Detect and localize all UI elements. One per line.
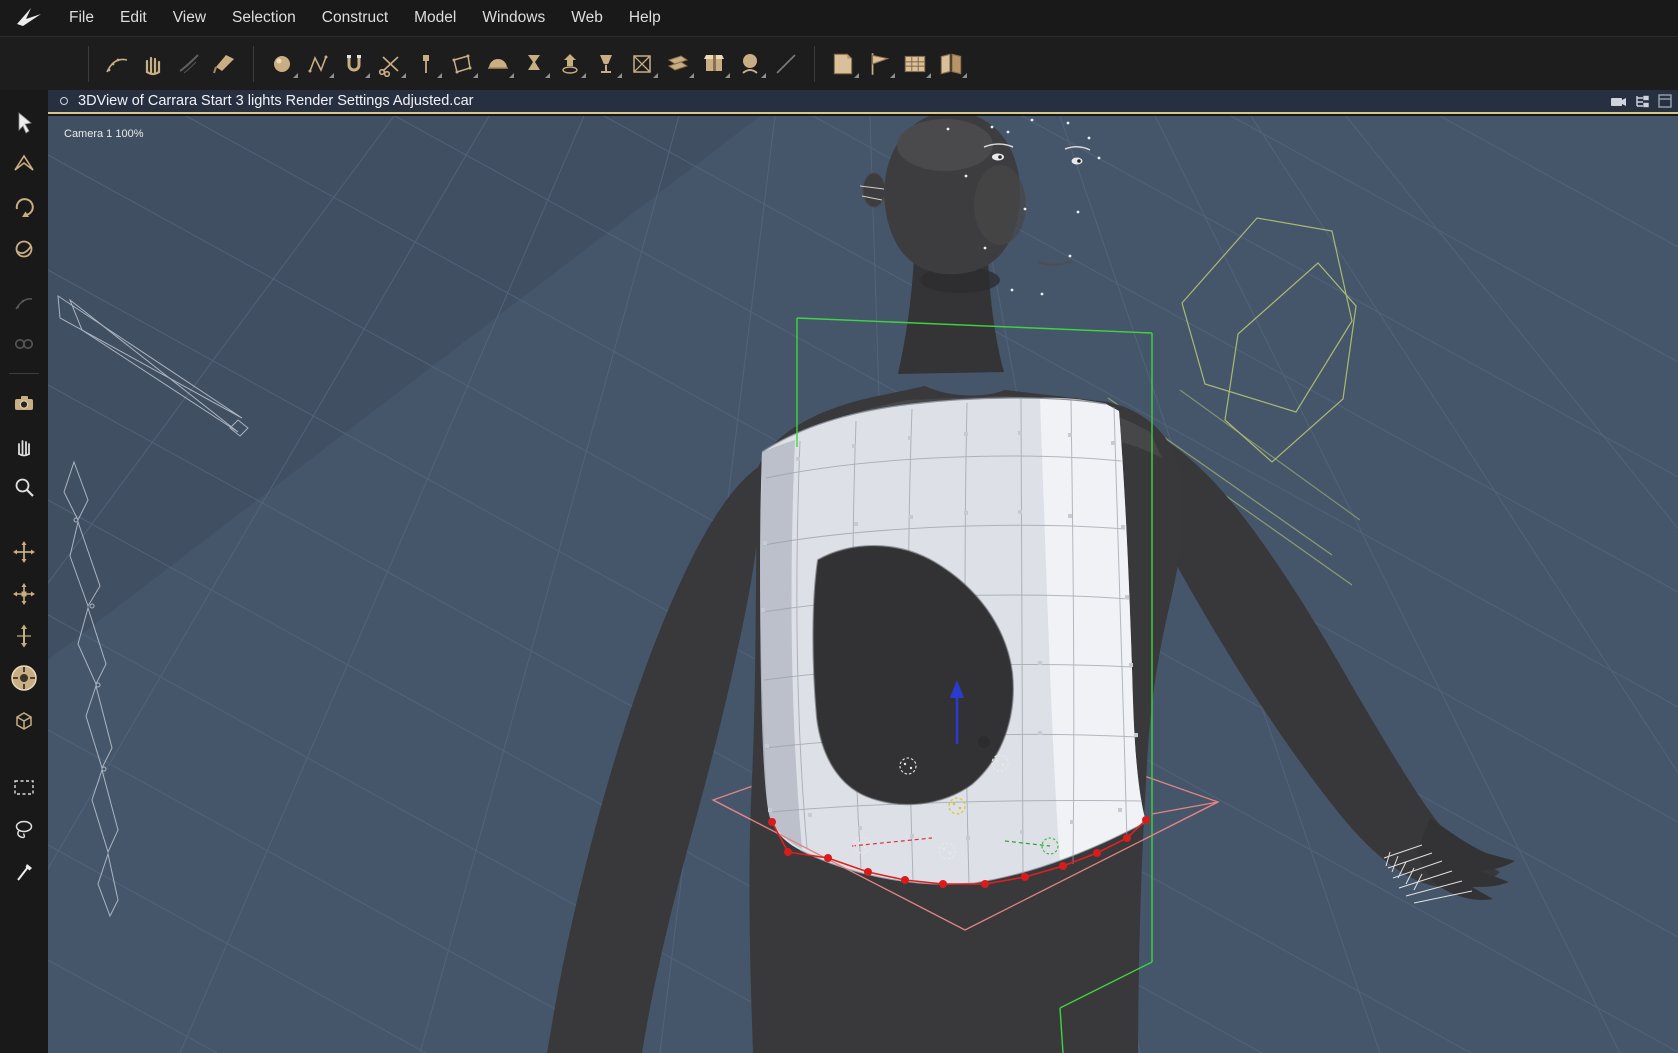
- menu-model[interactable]: Model: [401, 9, 469, 27]
- sphere-stand-tool[interactable]: [734, 48, 766, 80]
- viewport-3d[interactable]: Camera 1 100%: [48, 116, 1678, 1053]
- lathe-tool[interactable]: [518, 48, 550, 80]
- wire-spray-tool[interactable]: [101, 48, 133, 80]
- figure-left-eye: [992, 153, 1004, 161]
- marquee-select-tool[interactable]: [6, 769, 42, 805]
- spline-tool[interactable]: [302, 48, 334, 80]
- delete-box-tool[interactable]: [626, 48, 658, 80]
- mirror-tool[interactable]: [935, 48, 967, 80]
- knife-tool[interactable]: [6, 853, 42, 889]
- carrara-logo-icon: [16, 7, 42, 29]
- brush-tool[interactable]: [173, 48, 205, 80]
- link-tool-disabled[interactable]: [6, 326, 42, 362]
- toolbar-separator: [88, 46, 89, 82]
- figure-right-eye: [1071, 157, 1083, 165]
- trackball-tool[interactable]: [6, 231, 42, 267]
- pin-tool[interactable]: [410, 48, 442, 80]
- move-vertical-tool[interactable]: [6, 618, 42, 654]
- spray-tool-disabled[interactable]: [6, 284, 42, 320]
- menu-help[interactable]: Help: [616, 9, 674, 27]
- lasso-select-tool[interactable]: [6, 811, 42, 847]
- top-toolbar: [0, 36, 1678, 91]
- pan-tool[interactable]: [6, 427, 42, 463]
- menu-view[interactable]: View: [160, 9, 219, 27]
- window-menu-icon[interactable]: [60, 97, 68, 105]
- menu-file[interactable]: File: [56, 9, 107, 27]
- half-sphere-tool[interactable]: [482, 48, 514, 80]
- scissors-tool[interactable]: [374, 48, 406, 80]
- toolbar-separator: [253, 46, 254, 82]
- panel-small-icon[interactable]: [1658, 94, 1672, 108]
- flag-tool[interactable]: [863, 48, 895, 80]
- camera-small-icon[interactable]: [1610, 94, 1626, 108]
- goblet-tool[interactable]: [590, 48, 622, 80]
- view-title: 3DView of Carrara Start 3 lights Render …: [78, 93, 474, 109]
- magnet-tool[interactable]: [338, 48, 370, 80]
- menu-web[interactable]: Web: [558, 9, 616, 27]
- page-curl-tool[interactable]: [827, 48, 859, 80]
- camera-tool[interactable]: [6, 385, 42, 421]
- figure-ear: [862, 172, 886, 208]
- camera-selector[interactable]: Camera 1 100%: [64, 128, 144, 140]
- extrude-tool[interactable]: [554, 48, 586, 80]
- left-toolbar: [0, 90, 48, 1053]
- hand-grab-tool[interactable]: [137, 48, 169, 80]
- select-arrow-tool[interactable]: [6, 105, 42, 141]
- menu-construct[interactable]: Construct: [309, 9, 401, 27]
- viewport-canvas[interactable]: [48, 116, 1678, 1053]
- menu-selection[interactable]: Selection: [219, 9, 309, 27]
- sphere-primitive-tool[interactable]: [266, 48, 298, 80]
- move-tool[interactable]: [6, 534, 42, 570]
- menu-bar: File Edit View Selection Construct Model…: [0, 0, 1678, 36]
- menu-windows[interactable]: Windows: [469, 9, 558, 27]
- scale-box-tool[interactable]: [6, 702, 42, 738]
- gift-box-tool[interactable]: [698, 48, 730, 80]
- zoom-tool[interactable]: [6, 469, 42, 505]
- razor-tool[interactable]: [209, 48, 241, 80]
- universal-manipulator-tool[interactable]: [6, 660, 42, 696]
- left-toolbar-separator: [9, 373, 39, 374]
- grid-panel-tool[interactable]: [899, 48, 931, 80]
- toolbar-separator: [814, 46, 815, 82]
- hierarchy-small-icon[interactable]: [1634, 94, 1650, 108]
- view-titlebar: 3DView of Carrara Start 3 lights Render …: [48, 90, 1678, 114]
- polygon-tool[interactable]: [446, 48, 478, 80]
- rotate-view-tool[interactable]: [6, 147, 42, 183]
- line-tool[interactable]: [770, 48, 802, 80]
- vest-mesh: [760, 397, 1147, 885]
- stack-tool[interactable]: [662, 48, 694, 80]
- orbit-tool[interactable]: [6, 189, 42, 225]
- menu-edit[interactable]: Edit: [107, 9, 160, 27]
- move-plane-tool[interactable]: [6, 576, 42, 612]
